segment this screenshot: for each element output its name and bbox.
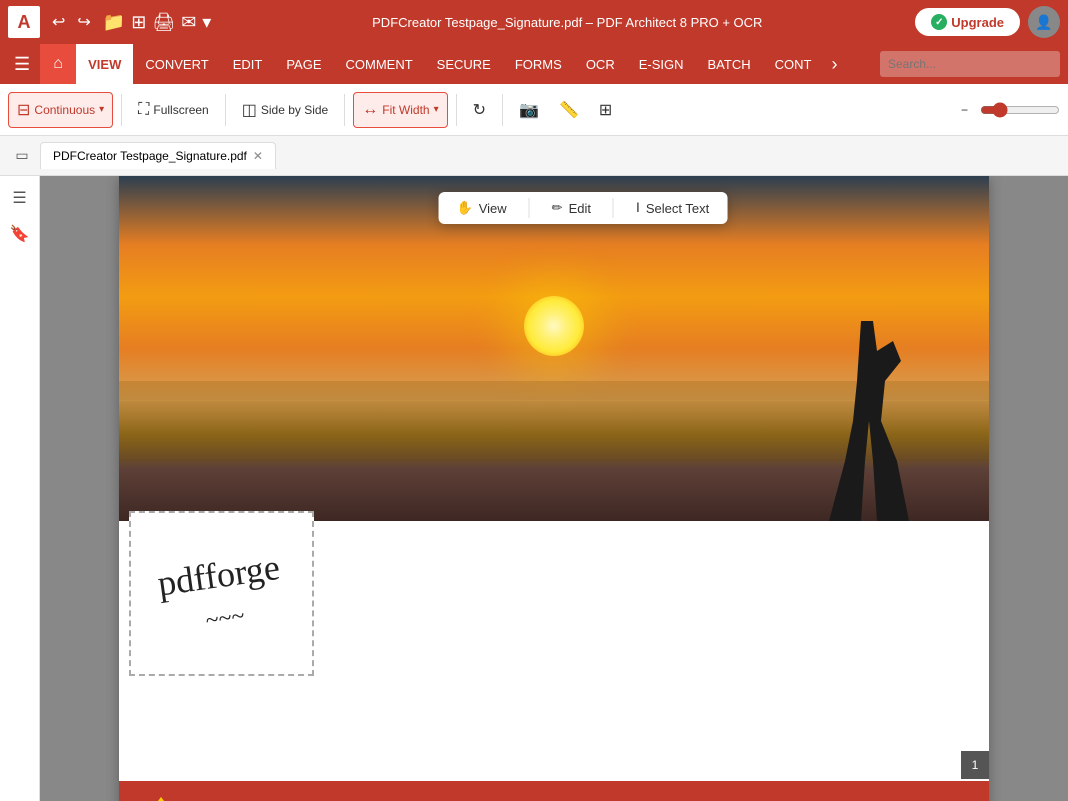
side-by-side-button[interactable]: ◫ Side by Side xyxy=(234,92,337,128)
menu-item-page[interactable]: PAGE xyxy=(274,44,333,84)
toolbar-divider-2 xyxy=(225,94,226,126)
tab-label: PDFCreator Testpage_Signature.pdf xyxy=(53,149,247,163)
toolbar-divider-1 xyxy=(121,94,122,126)
toolbar-divider-5 xyxy=(502,94,503,126)
fullscreen-icon: ⛶ xyxy=(138,101,149,119)
floating-toolbar: ✋ View ✏ Edit Ⅰ Select Text xyxy=(439,192,728,224)
side-by-side-icon: ◫ xyxy=(242,100,257,120)
pencil-icon: ✏ xyxy=(552,200,563,216)
tab-bar: ▭ PDFCreator Testpage_Signature.pdf ✕ xyxy=(0,136,1068,176)
rotate-button[interactable]: ↻ xyxy=(465,92,494,128)
cursor-text-icon: Ⅰ xyxy=(636,200,640,216)
pdf-area: ✋ View ✏ Edit Ⅰ Select Text xyxy=(40,176,1068,801)
view-toolbar: ⊟ Continuous ▾ ⛶ Fullscreen ◫ Side by Si… xyxy=(0,84,1068,136)
menu-item-forms[interactable]: FORMS xyxy=(503,44,574,84)
pdf-footer: pdfforge © 2022 pdfforge GmbH 1 xyxy=(119,781,989,801)
app-logo: A xyxy=(8,6,40,38)
footer-logo: pdfforge xyxy=(143,797,292,801)
menu-item-batch[interactable]: BATCH xyxy=(696,44,763,84)
menu-more-icon[interactable]: › xyxy=(823,54,845,75)
toolbar-icons: 📁 ⊞ 🖨 ✉ ▾ xyxy=(103,12,212,33)
zoom-out-icon: − xyxy=(961,103,968,117)
menu-item-comment[interactable]: COMMENT xyxy=(334,44,425,84)
signature-content: pdfforge ~~~ xyxy=(146,536,297,650)
select-text-button[interactable]: Ⅰ Select Text xyxy=(630,198,715,218)
check-circle-icon: ✓ xyxy=(931,14,947,30)
page-number-badge: 1 xyxy=(961,751,989,779)
open-icon[interactable]: 📁 xyxy=(103,12,125,33)
floating-divider-2 xyxy=(613,198,614,218)
thumbnails-icon[interactable]: ⊞ xyxy=(131,12,146,33)
sidebar-pages-icon[interactable]: ☰ xyxy=(6,184,34,212)
menu-item-convert[interactable]: CONVERT xyxy=(133,44,220,84)
fit-width-group: ↔ Fit Width ▾ xyxy=(353,92,447,128)
rotate-icon: ↻ xyxy=(473,100,486,120)
menu-item-cont[interactable]: CONT xyxy=(763,44,824,84)
menu-item-edit[interactable]: EDIT xyxy=(221,44,275,84)
tab-close-button[interactable]: ✕ xyxy=(253,149,263,163)
menu-item-view[interactable]: VIEW xyxy=(76,44,133,84)
beach-image xyxy=(119,176,989,521)
toolbar-divider-4 xyxy=(456,94,457,126)
undo-redo-group: ↩ ↪ xyxy=(48,10,95,34)
continuous-icon: ⊟ xyxy=(17,100,30,120)
ruler-icon: 📏 xyxy=(559,100,579,120)
signature-field[interactable]: pdfforge ~~~ xyxy=(129,511,314,676)
user-avatar[interactable]: 👤 xyxy=(1028,6,1060,38)
pdf-tab[interactable]: PDFCreator Testpage_Signature.pdf ✕ xyxy=(40,142,276,169)
snapshot-button[interactable]: 📷 xyxy=(511,92,547,128)
menu-item-secure[interactable]: SECURE xyxy=(425,44,503,84)
hand-icon: ✋ xyxy=(457,200,473,216)
view-mode-group: ⊟ Continuous ▾ xyxy=(8,92,113,128)
zoom-out-button[interactable]: − xyxy=(953,92,976,128)
fit-width-button[interactable]: ↔ Fit Width ▾ xyxy=(353,92,447,128)
more-icon[interactable]: ▾ xyxy=(202,12,211,33)
camera-icon: 📷 xyxy=(519,100,539,120)
side-by-side-group: ◫ Side by Side xyxy=(234,92,337,128)
zoom-controls: − xyxy=(953,92,1060,128)
hamburger-icon[interactable]: ☰ xyxy=(4,48,40,81)
continuous-button[interactable]: ⊟ Continuous ▾ xyxy=(8,92,113,128)
fullscreen-group: ⛶ Fullscreen xyxy=(130,92,217,128)
window-title: PDFCreator Testpage_Signature.pdf – PDF … xyxy=(219,15,915,30)
search-input[interactable] xyxy=(880,51,1060,77)
view-mode-button[interactable]: ✋ View xyxy=(451,198,513,218)
sun-element xyxy=(524,296,584,356)
grid-icon: ⊞ xyxy=(599,100,612,120)
sidebar-bookmarks-icon[interactable]: 🔖 xyxy=(6,220,34,248)
email-icon[interactable]: ✉ xyxy=(181,12,196,33)
undo-button[interactable]: ↩ xyxy=(48,10,69,34)
toolbar-divider-3 xyxy=(344,94,345,126)
fit-width-icon: ↔ xyxy=(362,101,378,119)
fullscreen-button[interactable]: ⛶ Fullscreen xyxy=(130,92,217,128)
menu-bar: ☰ ⌂ VIEW CONVERT EDIT PAGE COMMENT SECUR… xyxy=(0,44,1068,84)
zoom-slider[interactable] xyxy=(980,102,1060,118)
flame-icon xyxy=(143,797,179,801)
title-bar-right: ✓ Upgrade 👤 xyxy=(915,6,1060,38)
print-icon[interactable]: 🖨 xyxy=(152,12,175,33)
left-sidebar: ☰ 🔖 xyxy=(0,176,40,801)
pdf-white-area: pdfforge ~~~ pdfforge © 2022 pdfforge Gm… xyxy=(119,521,989,801)
main-content: ☰ 🔖 ✋ View ✏ Edit Ⅰ Select Text xyxy=(0,176,1068,801)
redo-button[interactable]: ↪ xyxy=(73,10,94,34)
fit-width-chevron-icon: ▾ xyxy=(434,104,439,115)
continuous-chevron-icon: ▾ xyxy=(99,104,104,115)
floating-divider-1 xyxy=(529,198,530,218)
upgrade-button[interactable]: ✓ Upgrade xyxy=(915,8,1020,36)
pdf-page: pdfforge ~~~ pdfforge © 2022 pdfforge Gm… xyxy=(119,176,989,801)
title-bar: A ↩ ↪ 📁 ⊞ 🖨 ✉ ▾ PDFCreator Testpage_Sign… xyxy=(0,0,1068,44)
edit-mode-button[interactable]: ✏ Edit xyxy=(546,198,597,218)
measure-button[interactable]: 📏 xyxy=(551,92,587,128)
panel-toggle-button[interactable]: ▭ xyxy=(8,142,36,170)
grid-button[interactable]: ⊞ xyxy=(591,92,620,128)
menu-item-ocr[interactable]: OCR xyxy=(574,44,627,84)
menu-item-esign[interactable]: E-SIGN xyxy=(627,44,696,84)
home-button[interactable]: ⌂ xyxy=(40,44,76,84)
